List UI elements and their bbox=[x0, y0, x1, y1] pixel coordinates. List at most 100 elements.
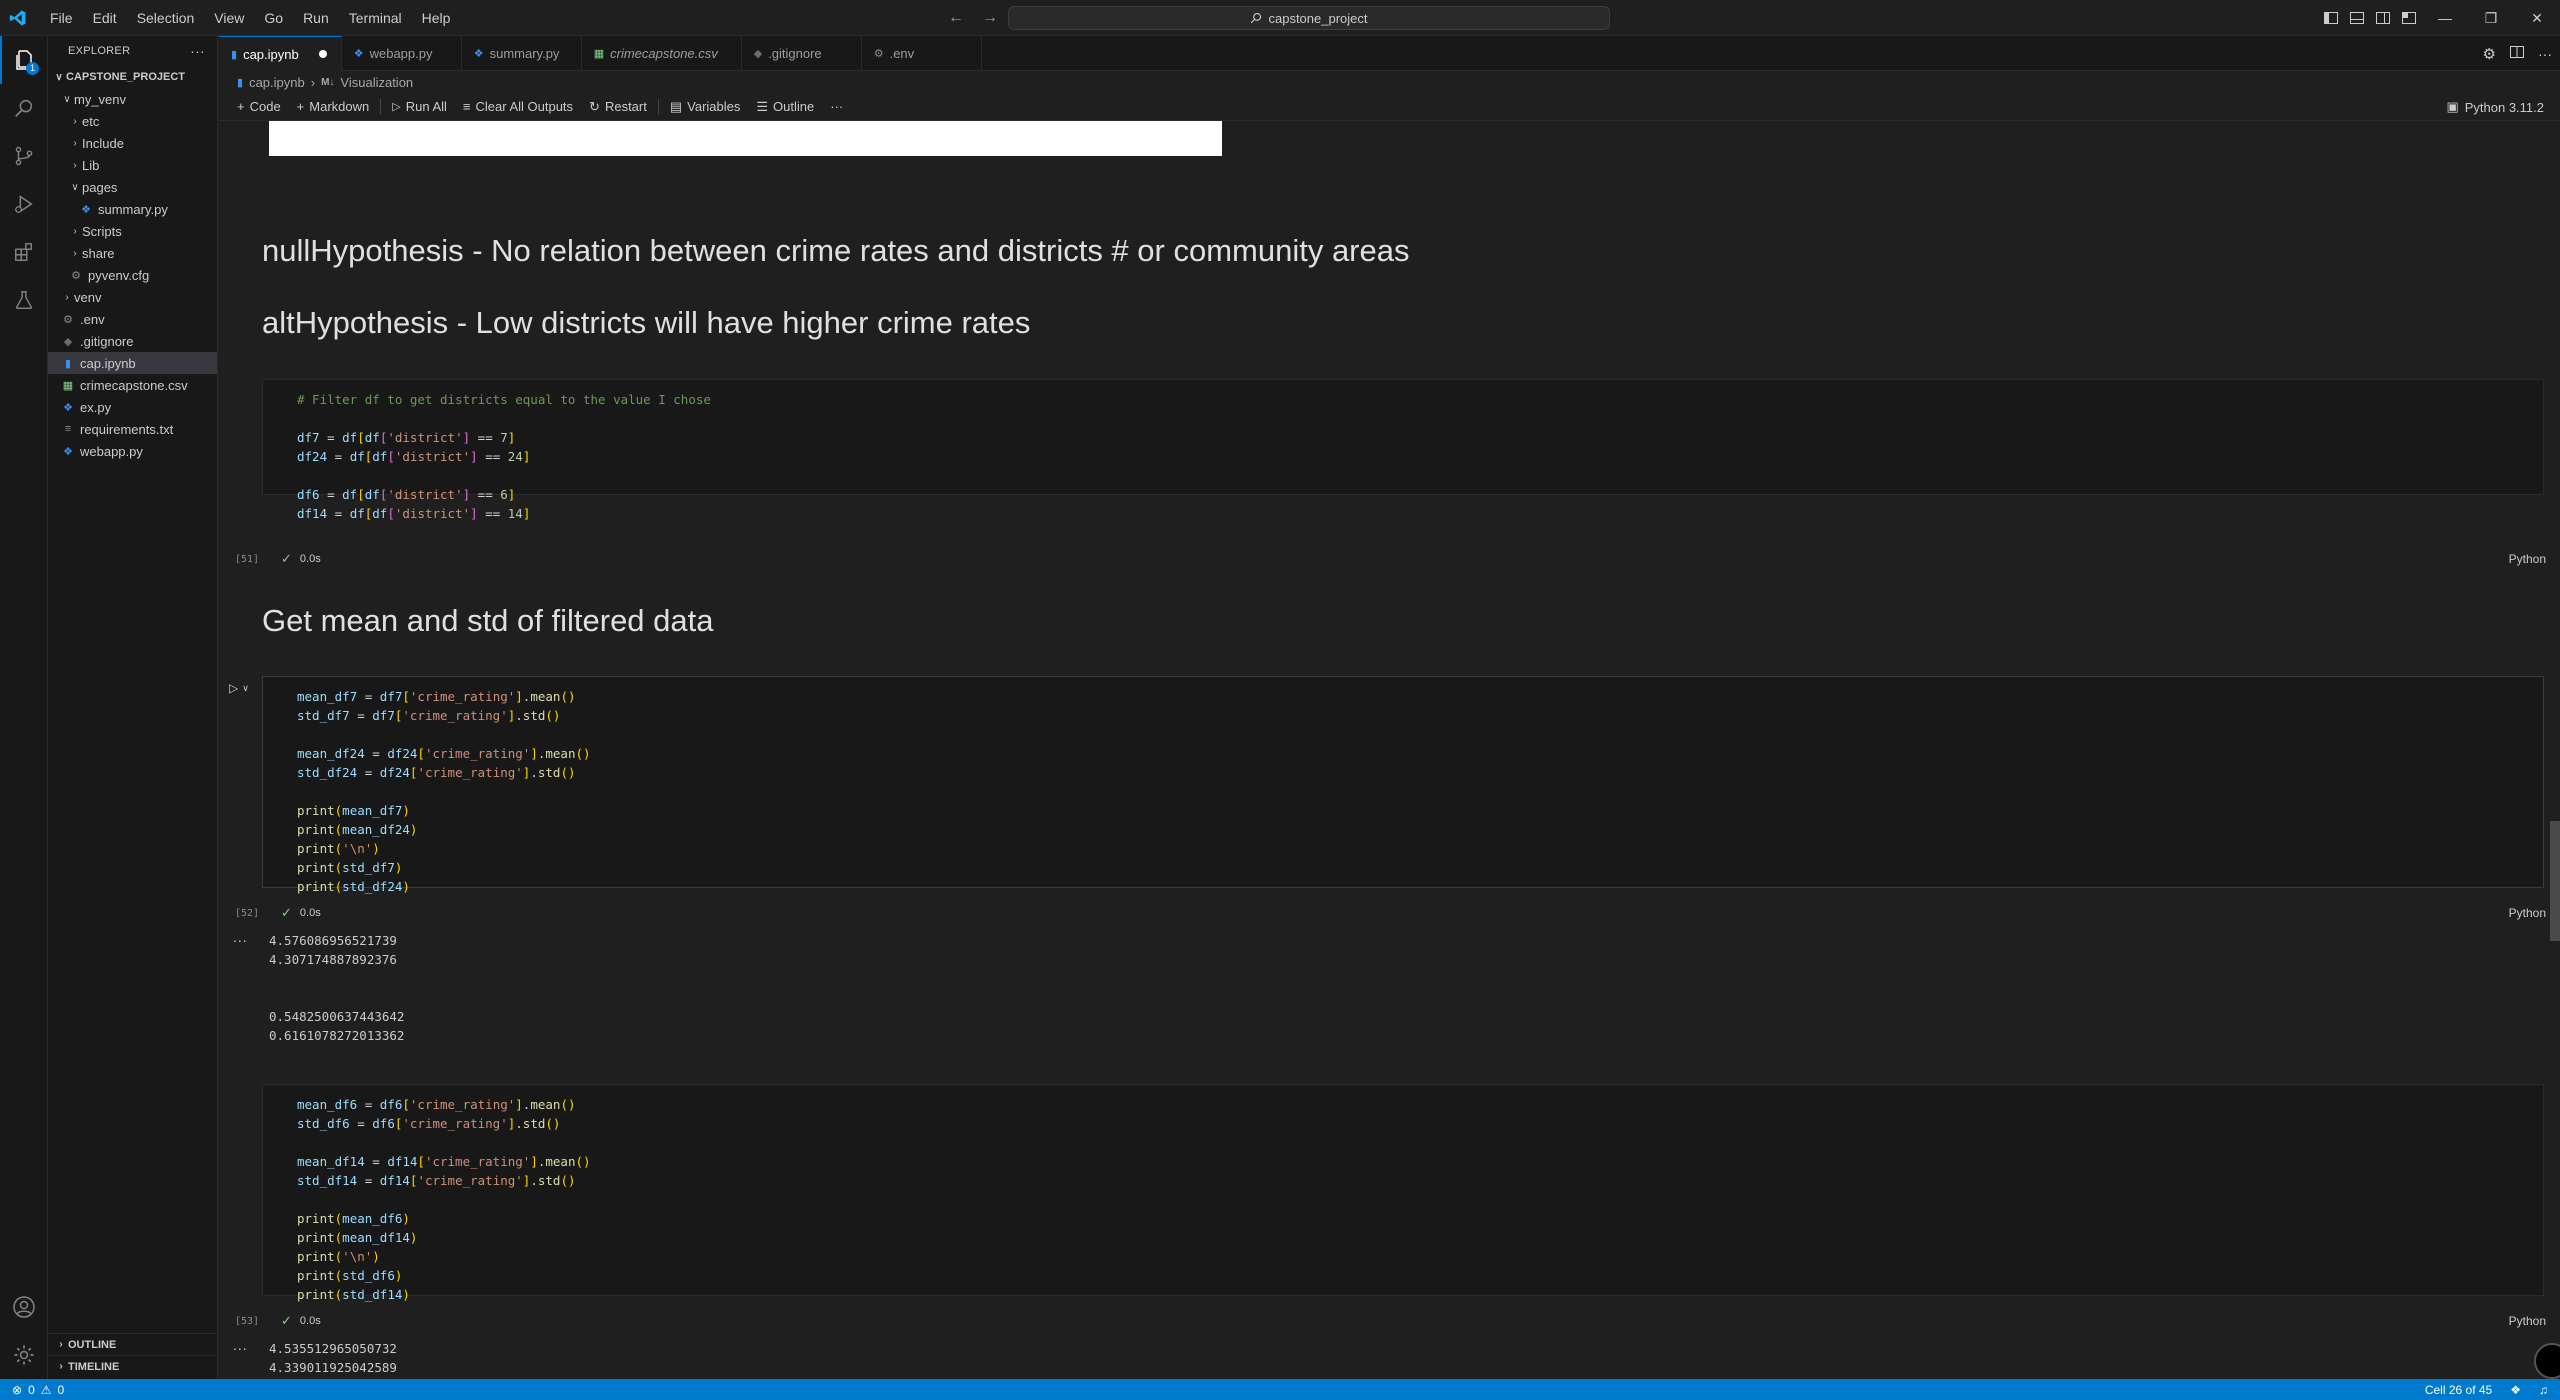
project-root-label: CAPSTONE_PROJECT bbox=[66, 71, 185, 83]
tab-gitignore[interactable]: ◆ .gitignore bbox=[742, 36, 862, 71]
run-all-button[interactable]: ▷ Run All bbox=[384, 93, 455, 121]
problems-indicator[interactable]: ⊗ 0 ⚠ 0 bbox=[0, 1383, 64, 1397]
breadcrumb-file[interactable]: cap.ipynb bbox=[249, 75, 305, 90]
run-cell-button[interactable]: ▷ ∨ bbox=[229, 681, 249, 695]
broadcast-icon[interactable]: ❖ bbox=[2510, 1383, 2521, 1397]
tree-item-ex-py[interactable]: ❖ ex.py bbox=[48, 396, 217, 418]
breadcrumb-section[interactable]: Visualization bbox=[340, 75, 413, 90]
testing-flask-icon[interactable] bbox=[0, 276, 48, 324]
tree-item-crimecapstone-csv[interactable]: ▦ crimecapstone.csv bbox=[48, 374, 217, 396]
unsaved-dot-icon[interactable] bbox=[318, 50, 327, 58]
output-more-icon[interactable]: ... bbox=[233, 1337, 248, 1353]
tree-item-requirements-txt[interactable]: ≡ requirements.txt bbox=[48, 418, 217, 440]
menu-selection[interactable]: Selection bbox=[127, 0, 205, 36]
chevron-right-icon: › bbox=[73, 115, 77, 127]
output-line: 4.576086956521739 bbox=[269, 933, 397, 948]
minimize-icon[interactable]: — bbox=[2422, 0, 2468, 36]
project-root-folder[interactable]: ∨ CAPSTONE_PROJECT bbox=[48, 66, 217, 88]
search-view-icon[interactable] bbox=[0, 84, 48, 132]
clear-outputs-button[interactable]: ≡ Clear All Outputs bbox=[455, 93, 581, 121]
tab-summary-py[interactable]: ❖ summary.py bbox=[462, 36, 582, 71]
cell-language[interactable]: Python bbox=[2509, 552, 2546, 566]
more-actions-icon[interactable]: ··· bbox=[2538, 46, 2552, 62]
menu-help[interactable]: Help bbox=[412, 0, 461, 36]
tree-item-cap-ipynb[interactable]: ▮ cap.ipynb bbox=[48, 352, 217, 374]
run-debug-icon[interactable] bbox=[0, 180, 48, 228]
toggle-primary-sidebar-icon[interactable] bbox=[2318, 0, 2344, 36]
tree-item-pyvenv-cfg[interactable]: ⚙ pyvenv.cfg bbox=[48, 264, 217, 286]
floating-chat-button[interactable] bbox=[2534, 1343, 2560, 1379]
more-actions-icon[interactable]: ··· bbox=[190, 43, 205, 59]
menu-terminal[interactable]: Terminal bbox=[339, 0, 412, 36]
tree-item-my-venv[interactable]: ∨ my_venv bbox=[48, 88, 217, 110]
tree-item-pages[interactable]: ∨ pages bbox=[48, 176, 217, 198]
tree-item-scripts[interactable]: › Scripts bbox=[48, 220, 217, 242]
code-cell[interactable]: mean_df7 = df7['crime_rating'].mean() st… bbox=[262, 676, 2544, 894]
command-center-label: capstone_project bbox=[1268, 10, 1368, 26]
csv-file-icon: ▦ bbox=[62, 379, 74, 392]
tree-item-venv[interactable]: › venv bbox=[48, 286, 217, 308]
menu-view[interactable]: View bbox=[204, 0, 254, 36]
accounts-icon[interactable] bbox=[0, 1283, 48, 1331]
play-outline-icon: ▷ bbox=[392, 101, 401, 113]
tree-item-env[interactable]: ⚙ .env bbox=[48, 308, 217, 330]
command-center-search[interactable]: capstone_project bbox=[1008, 6, 1610, 30]
scrollbar-thumb[interactable] bbox=[2550, 821, 2560, 941]
output-more-icon[interactable]: ... bbox=[233, 929, 248, 945]
customize-layout-icon[interactable] bbox=[2396, 0, 2422, 36]
tab-webapp-py[interactable]: ❖ webapp.py bbox=[342, 36, 462, 71]
cell-language[interactable]: Python bbox=[2509, 1314, 2546, 1328]
kernel-icon: ▣ bbox=[2446, 99, 2459, 114]
tab-cap-ipynb[interactable]: ▮ cap.ipynb bbox=[219, 36, 342, 71]
menu-run[interactable]: Run bbox=[293, 0, 339, 36]
source-control-icon[interactable] bbox=[0, 132, 48, 180]
explorer-sidebar: EXPLORER ··· ∨ CAPSTONE_PROJECT ∨ my_ven… bbox=[48, 36, 218, 1379]
cell-position[interactable]: Cell 26 of 45 bbox=[2425, 1383, 2492, 1397]
timeline-section[interactable]: › TIMELINE bbox=[48, 1355, 218, 1377]
notifications-bell-icon[interactable]: ♫ bbox=[2539, 1383, 2548, 1397]
forward-arrow-icon[interactable]: → bbox=[982, 9, 998, 27]
tree-item-share[interactable]: › share bbox=[48, 242, 217, 264]
restart-label: Restart bbox=[604, 99, 647, 114]
manage-gear-icon[interactable] bbox=[0, 1331, 48, 1379]
toggle-secondary-sidebar-icon[interactable] bbox=[2370, 0, 2396, 36]
more-actions-icon[interactable]: ··· bbox=[822, 93, 851, 121]
code-editor[interactable]: mean_df7 = df7['crime_rating'].mean() st… bbox=[297, 687, 591, 896]
code-editor[interactable]: mean_df6 = df6['crime_rating'].mean() st… bbox=[297, 1095, 591, 1304]
outline-section[interactable]: › OUTLINE bbox=[48, 1333, 218, 1355]
tab-crimecapstone-csv[interactable]: ▦ crimecapstone.csv bbox=[582, 36, 742, 71]
tree-item-webapp-py[interactable]: ❖ webapp.py bbox=[48, 440, 217, 462]
close-icon[interactable]: ✕ bbox=[2514, 0, 2560, 36]
kernel-picker[interactable]: ▣ Python 3.11.2 bbox=[2446, 93, 2544, 121]
output-line: 0.6161078272013362 bbox=[269, 1028, 405, 1043]
variables-button[interactable]: ▤ Variables bbox=[662, 93, 749, 121]
tree-item-summary-py[interactable]: ❖ summary.py bbox=[48, 198, 217, 220]
add-markdown-button[interactable]: + Markdown bbox=[289, 93, 378, 121]
restart-button[interactable]: ↻ Restart bbox=[581, 93, 655, 121]
cell-language[interactable]: Python bbox=[2509, 906, 2546, 920]
toggle-panel-icon[interactable] bbox=[2344, 0, 2370, 36]
tab-env[interactable]: ⚙ .env bbox=[862, 36, 982, 71]
menu-edit[interactable]: Edit bbox=[83, 0, 127, 36]
code-cell[interactable]: mean_df6 = df6['crime_rating'].mean() st… bbox=[262, 1084, 2544, 1302]
explorer-badge: 1 bbox=[26, 62, 39, 75]
tree-item-lib[interactable]: › Lib bbox=[48, 154, 217, 176]
extensions-icon[interactable] bbox=[0, 228, 48, 276]
chevron-right-icon: › bbox=[65, 291, 69, 303]
split-editor-icon[interactable] bbox=[2510, 45, 2524, 63]
explorer-icon[interactable]: 1 bbox=[0, 36, 48, 84]
back-arrow-icon[interactable]: ← bbox=[948, 9, 964, 27]
tree-item-include[interactable]: › Include bbox=[48, 132, 217, 154]
outline-button[interactable]: ☰ Outline bbox=[748, 93, 822, 121]
tree-item-gitignore[interactable]: ◆ .gitignore bbox=[48, 330, 217, 352]
menu-file[interactable]: File bbox=[40, 0, 83, 36]
menu-go[interactable]: Go bbox=[254, 0, 293, 36]
restore-icon[interactable]: ❐ bbox=[2468, 0, 2514, 36]
code-cell[interactable]: # Filter df to get districts equal to th… bbox=[262, 379, 2544, 521]
explorer-title: EXPLORER bbox=[68, 45, 131, 57]
add-code-button[interactable]: + Code bbox=[229, 93, 289, 121]
code-editor[interactable]: # Filter df to get districts equal to th… bbox=[297, 390, 711, 523]
settings-gear-icon[interactable]: ⚙ bbox=[2483, 45, 2496, 63]
tree-item-etc[interactable]: › etc bbox=[48, 110, 217, 132]
output-line: 4.307174887892376 bbox=[269, 952, 397, 967]
